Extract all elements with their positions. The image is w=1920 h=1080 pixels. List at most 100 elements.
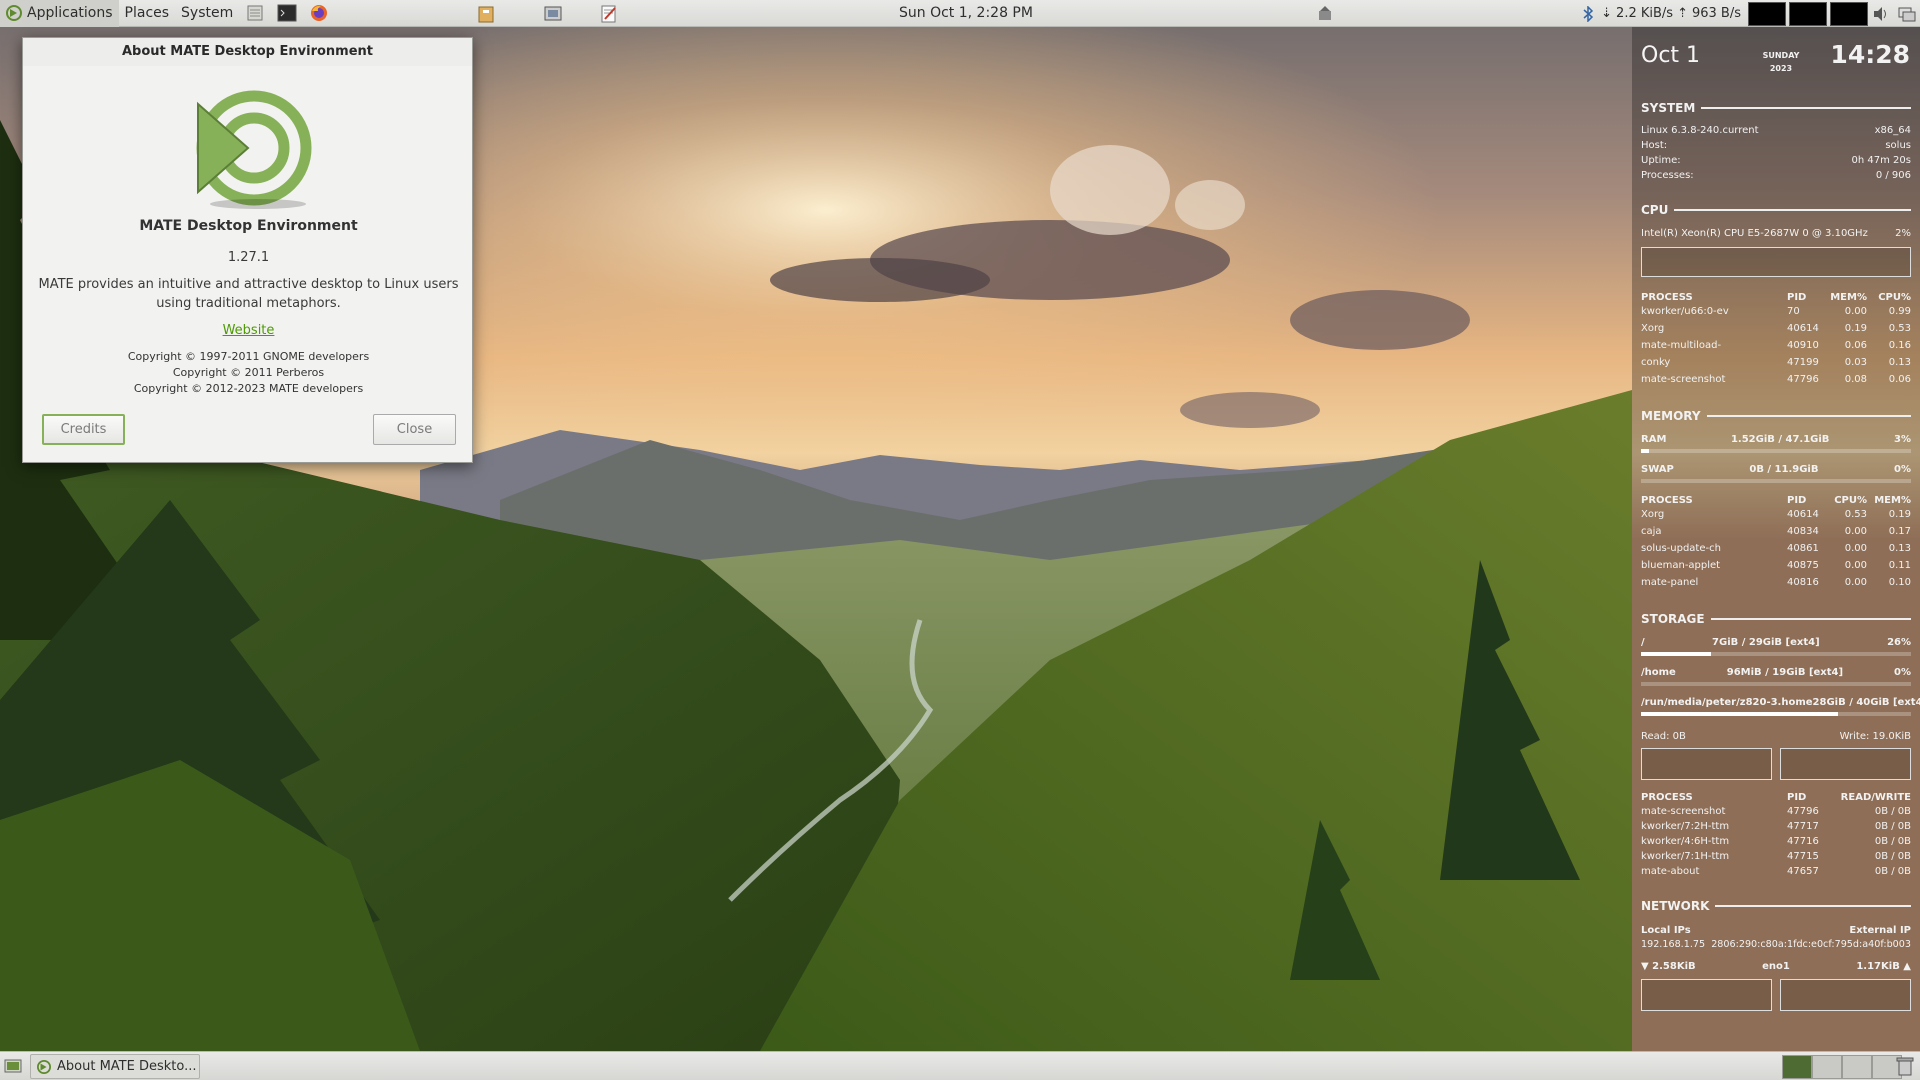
panel-clock[interactable]: Sun Oct 1, 2:28 PM bbox=[899, 0, 1033, 27]
col-process: PROCESS bbox=[1641, 291, 1693, 303]
net-up-graph bbox=[1780, 979, 1911, 1011]
about-dialog: About MATE Desktop Environment MATE Desk… bbox=[22, 37, 473, 463]
mount-percent: 26% bbox=[1887, 636, 1911, 648]
cell: 47715 bbox=[1787, 850, 1819, 862]
mount-percent: 0% bbox=[1894, 666, 1911, 678]
cpu-table-header: PROCESS PID MEM% CPU% bbox=[1641, 290, 1911, 304]
cell: 0.00 bbox=[1844, 542, 1867, 554]
dialog-title[interactable]: About MATE Desktop Environment bbox=[23, 38, 472, 66]
cell: 40614 bbox=[1787, 508, 1819, 520]
trash-icon[interactable] bbox=[1896, 1056, 1914, 1080]
memory-heading-label: MEMORY bbox=[1641, 409, 1701, 423]
mount-usage: 7GiB / 29GiB [ext4] bbox=[1712, 636, 1820, 648]
workspace-2[interactable] bbox=[1812, 1055, 1842, 1079]
ip-values-row: 192.168.1.75 2806:290:c80a:1fdc:e0cf:795… bbox=[1641, 937, 1911, 951]
cell: 0.03 bbox=[1844, 356, 1867, 368]
cell: 0B / 0B bbox=[1874, 805, 1911, 817]
conky-year: 2023 bbox=[1769, 64, 1793, 73]
mate-logo-icon bbox=[6, 5, 22, 21]
cpu-model-row: Intel(R) Xeon(R) CPU E5-2687W 0 @ 3.10GH… bbox=[1641, 226, 1911, 240]
net-down-graph bbox=[1641, 979, 1772, 1011]
cpu-graph bbox=[1641, 247, 1911, 277]
cell: 0.13 bbox=[1888, 356, 1911, 368]
swap-usage: 0B / 11.9GiB bbox=[1749, 463, 1819, 475]
network-manager-icon[interactable] bbox=[1897, 4, 1917, 24]
cell: 0.53 bbox=[1888, 322, 1911, 334]
architecture: x86_64 bbox=[1874, 124, 1911, 136]
file-manager-launcher-icon[interactable] bbox=[244, 3, 266, 23]
website-link[interactable]: Website bbox=[23, 323, 474, 338]
net-upload-speed: 963 B/s bbox=[1691, 6, 1741, 21]
memory-process-row: Xorg 40614 0.53 0.19 bbox=[1641, 507, 1911, 521]
cell: caja bbox=[1641, 525, 1662, 537]
conky-weekday: SUNDAY bbox=[1762, 51, 1800, 60]
col-pid: PID bbox=[1787, 791, 1807, 803]
screenshot-tool-icon[interactable] bbox=[541, 3, 565, 25]
ram-label: RAM bbox=[1641, 433, 1667, 445]
text-editor-icon[interactable] bbox=[597, 3, 621, 25]
taskbar-item-label: About MATE Deskto... bbox=[57, 1059, 197, 1074]
network-heading: NETWORK bbox=[1641, 899, 1911, 913]
memory-table-header: PROCESS PID CPU% MEM% bbox=[1641, 493, 1911, 507]
close-button[interactable]: Close bbox=[373, 414, 456, 445]
conky-time: 14:28 bbox=[1830, 40, 1910, 69]
io-process-row: kworker/7:2H-ttm 47717 0B / 0B bbox=[1641, 819, 1911, 833]
workspace-1[interactable] bbox=[1782, 1055, 1812, 1079]
workspace-switcher bbox=[1782, 1055, 1902, 1079]
cell: 0.10 bbox=[1888, 576, 1911, 588]
mount-row: /run/media/peter/z820-3.home 28GiB / 40Gi… bbox=[1641, 695, 1920, 709]
taskbar-item-about-mate[interactable]: About MATE Deskto... bbox=[30, 1054, 200, 1079]
system-uptime-row: Uptime: 0h 47m 20s bbox=[1641, 153, 1911, 167]
cell: 47717 bbox=[1787, 820, 1819, 832]
io-process-row: mate-screenshot 47796 0B / 0B bbox=[1641, 804, 1911, 818]
cell: 0.00 bbox=[1844, 305, 1867, 317]
cell: 0.16 bbox=[1888, 339, 1911, 351]
storage-heading-label: STORAGE bbox=[1641, 612, 1705, 626]
cell: 40614 bbox=[1787, 322, 1819, 334]
cell: 0.00 bbox=[1844, 576, 1867, 588]
net-up: 1.17KiB ▲ bbox=[1856, 960, 1911, 972]
cell: 0.53 bbox=[1844, 508, 1867, 520]
credits-button[interactable]: Credits bbox=[42, 414, 125, 445]
mate-logo-icon bbox=[196, 90, 312, 209]
bluetooth-icon[interactable] bbox=[1578, 4, 1598, 24]
show-desktop-icon[interactable] bbox=[4, 1057, 22, 1079]
volume-icon[interactable] bbox=[1871, 4, 1891, 24]
kernel-version: Linux 6.3.8-240.current bbox=[1641, 124, 1759, 136]
mount-usage-bar bbox=[1641, 682, 1911, 686]
update-notifier-icon[interactable] bbox=[1313, 3, 1337, 25]
col-mem: MEM% bbox=[1830, 291, 1867, 303]
disk-write-graph bbox=[1780, 748, 1911, 780]
cell: 0.19 bbox=[1888, 508, 1911, 520]
mount-usage-bar bbox=[1641, 712, 1911, 716]
workspace-3[interactable] bbox=[1842, 1055, 1872, 1079]
cpu-process-row: mate-multiload- 40910 0.06 0.16 bbox=[1641, 338, 1911, 352]
cpu-load-graph[interactable] bbox=[1748, 1, 1786, 26]
ip-labels-row: Local IPs External IP bbox=[1641, 923, 1911, 937]
conky-date: Oct 1 bbox=[1641, 43, 1701, 68]
applications-menu[interactable]: Applications bbox=[0, 0, 119, 27]
cpu-process-row: kworker/u66:0-ev 70 0.00 0.99 bbox=[1641, 304, 1911, 318]
copyright-line: Copyright © 1997-2011 GNOME developers bbox=[127, 350, 370, 363]
swap-row: SWAP 0B / 11.9GiB 0% bbox=[1641, 462, 1911, 476]
cell: 47796 bbox=[1787, 373, 1819, 385]
memory-load-graph[interactable] bbox=[1789, 1, 1827, 26]
col-mem: MEM% bbox=[1874, 494, 1911, 506]
mount-usage: 96MiB / 19GiB [ext4] bbox=[1726, 666, 1844, 678]
cell: mate-panel bbox=[1641, 576, 1699, 588]
external-ip-label: External IP bbox=[1849, 924, 1911, 936]
cell: Xorg bbox=[1641, 322, 1665, 334]
firefox-launcher-icon[interactable] bbox=[308, 3, 330, 23]
archive-manager-icon[interactable] bbox=[474, 3, 498, 25]
terminal-launcher-icon[interactable] bbox=[276, 3, 298, 23]
host-value: solus bbox=[1885, 139, 1911, 151]
system-menu[interactable]: System bbox=[175, 0, 239, 27]
network-load-graph[interactable] bbox=[1830, 1, 1868, 26]
cell: 0.19 bbox=[1844, 322, 1867, 334]
ram-bar-fill bbox=[1641, 449, 1650, 453]
mount-path: /home bbox=[1641, 666, 1676, 678]
cell: solus-update-ch bbox=[1641, 542, 1721, 554]
external-ip: 2806:290:c80a:1fdc:e0cf:795d:a40f:b003 bbox=[1711, 938, 1911, 950]
system-menu-label: System bbox=[181, 5, 234, 21]
places-menu[interactable]: Places bbox=[119, 0, 176, 27]
